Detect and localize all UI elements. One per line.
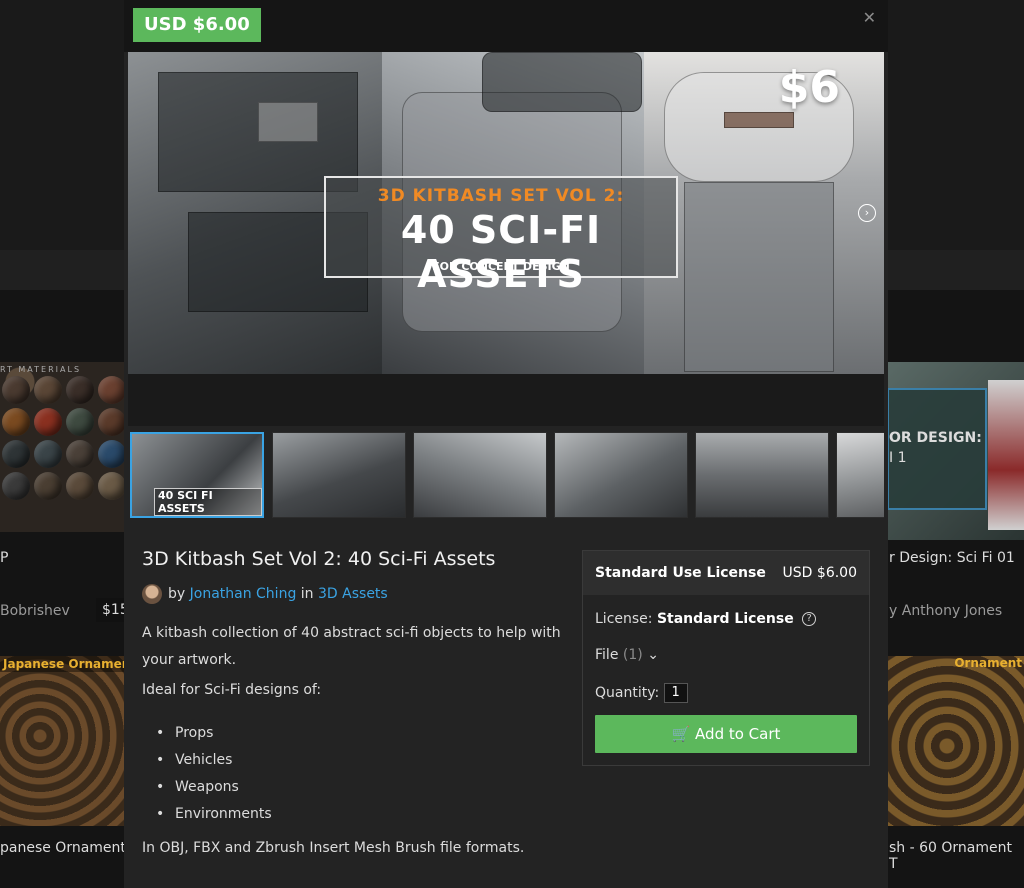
hero-title-box: 3D KITBASH SET VOL 2: 40 SCI-FI ASSETS F… <box>324 176 678 296</box>
help-icon[interactable]: ? <box>802 612 817 626</box>
bg-character-art <box>988 380 1024 530</box>
hero-headline: 40 SCI-FI ASSETS <box>400 208 602 296</box>
bg-cover-text-2: I 1 <box>889 450 907 466</box>
bg-section-label: RT MATERIALS <box>0 365 82 374</box>
license-header: Standard Use License USD $6.00 <box>583 551 869 595</box>
thumbnail-2[interactable] <box>272 432 406 518</box>
ideal-for-text: Ideal for Sci-Fi designs of: <box>142 682 322 698</box>
bg-product-author-right[interactable]: y Anthony Jones <box>889 603 1002 619</box>
license-row: License: Standard License ? <box>595 611 817 627</box>
file-count: (1) <box>622 647 643 663</box>
thumbnail-strip: 40 SCI FI ASSETS <box>130 432 884 518</box>
quantity-row: Quantity: 1 <box>595 683 688 703</box>
file-label: File <box>595 647 619 663</box>
by-label: by <box>168 586 186 602</box>
bg-product-image-ornament-left[interactable] <box>0 656 126 826</box>
hero-spacer <box>128 374 884 426</box>
product-title: 3D Kitbash Set Vol 2: 40 Sci-Fi Assets <box>142 548 496 570</box>
hero-price-label: $6 <box>778 62 840 113</box>
bg-product-author-left[interactable]: Bobrishev <box>0 603 70 619</box>
license-name: Standard Use License <box>595 565 766 581</box>
product-byline: by Jonathan Ching in 3D Assets <box>142 584 388 604</box>
thumbnail-3[interactable] <box>413 432 547 518</box>
license-value: Standard License <box>656 611 794 627</box>
list-item: Weapons <box>156 774 272 801</box>
bg-cover-text: OR DESIGN: <box>889 430 982 446</box>
bg-ornament-label-left: Japanese Ornament <box>0 656 140 672</box>
bg-cover-panel <box>887 388 987 510</box>
list-item: Vehicles <box>156 747 272 774</box>
bg-ornament-title-right[interactable]: sh - 60 Ornament T <box>889 840 1024 872</box>
quantity-input[interactable]: 1 <box>663 683 688 703</box>
category-link[interactable]: 3D Assets <box>318 586 388 602</box>
product-description: A kitbash collection of 40 abstract sci-… <box>142 625 561 668</box>
product-modal: USD $6.00 ✕ $6 3D KITBASH SET VOL 2: 40 … <box>124 0 888 888</box>
in-label: in <box>300 586 314 602</box>
bg-product-image-ornament-right[interactable] <box>887 656 1024 826</box>
file-formats-text: In OBJ, FBX and Zbrush Insert Mesh Brush… <box>142 840 525 856</box>
license-price: USD $6.00 <box>782 565 857 581</box>
purchase-panel: Standard Use License USD $6.00 License: … <box>582 550 870 766</box>
product-details: 3D Kitbash Set Vol 2: 40 Sci-Fi Assets b… <box>142 548 562 856</box>
file-dropdown[interactable]: File (1) ⌄ <box>595 647 659 663</box>
author-link[interactable]: Jonathan Ching <box>190 586 297 602</box>
thumbnail-label: 40 SCI FI ASSETS <box>154 488 262 516</box>
close-icon[interactable]: ✕ <box>863 8 876 27</box>
license-label: License: <box>595 611 653 627</box>
hero-image[interactable]: $6 3D KITBASH SET VOL 2: 40 SCI-FI ASSET… <box>128 52 884 374</box>
quantity-label: Quantity: <box>595 685 660 701</box>
chevron-right-circle-icon[interactable]: › <box>858 204 876 222</box>
bg-ornament-title-left[interactable]: panese Ornament <box>0 840 126 856</box>
cart-icon: 🛒 <box>671 725 691 743</box>
list-item: Props <box>156 720 272 747</box>
hero-subtitle: 3D KITBASH SET VOL 2: <box>377 186 625 206</box>
list-item: Environments <box>156 801 272 828</box>
price-badge: USD $6.00 <box>133 8 261 42</box>
add-to-cart-button[interactable]: 🛒 Add to Cart <box>595 715 857 753</box>
thumbnail-5[interactable] <box>695 432 829 518</box>
material-swatches <box>0 374 126 502</box>
bg-product-title-right[interactable]: r Design: Sci Fi 01 <box>889 550 1015 566</box>
avatar[interactable] <box>142 584 162 604</box>
use-list: Props Vehicles Weapons Environments <box>156 720 272 828</box>
bg-ornament-label-right: Ornament <box>954 656 1022 670</box>
bg-product-title-left[interactable]: P <box>0 550 8 566</box>
add-to-cart-label: Add to Cart <box>695 725 781 743</box>
chevron-down-icon[interactable]: ⌄ <box>647 647 659 663</box>
bg-product-image-materials[interactable] <box>0 362 126 532</box>
thumbnail-4[interactable] <box>554 432 688 518</box>
hero-tagline: FOR CONCEPT DESIGN <box>432 260 570 273</box>
thumbnail-6[interactable] <box>836 432 884 518</box>
thumbnail-1[interactable]: 40 SCI FI ASSETS <box>130 432 264 518</box>
hero-render-right <box>644 52 884 374</box>
